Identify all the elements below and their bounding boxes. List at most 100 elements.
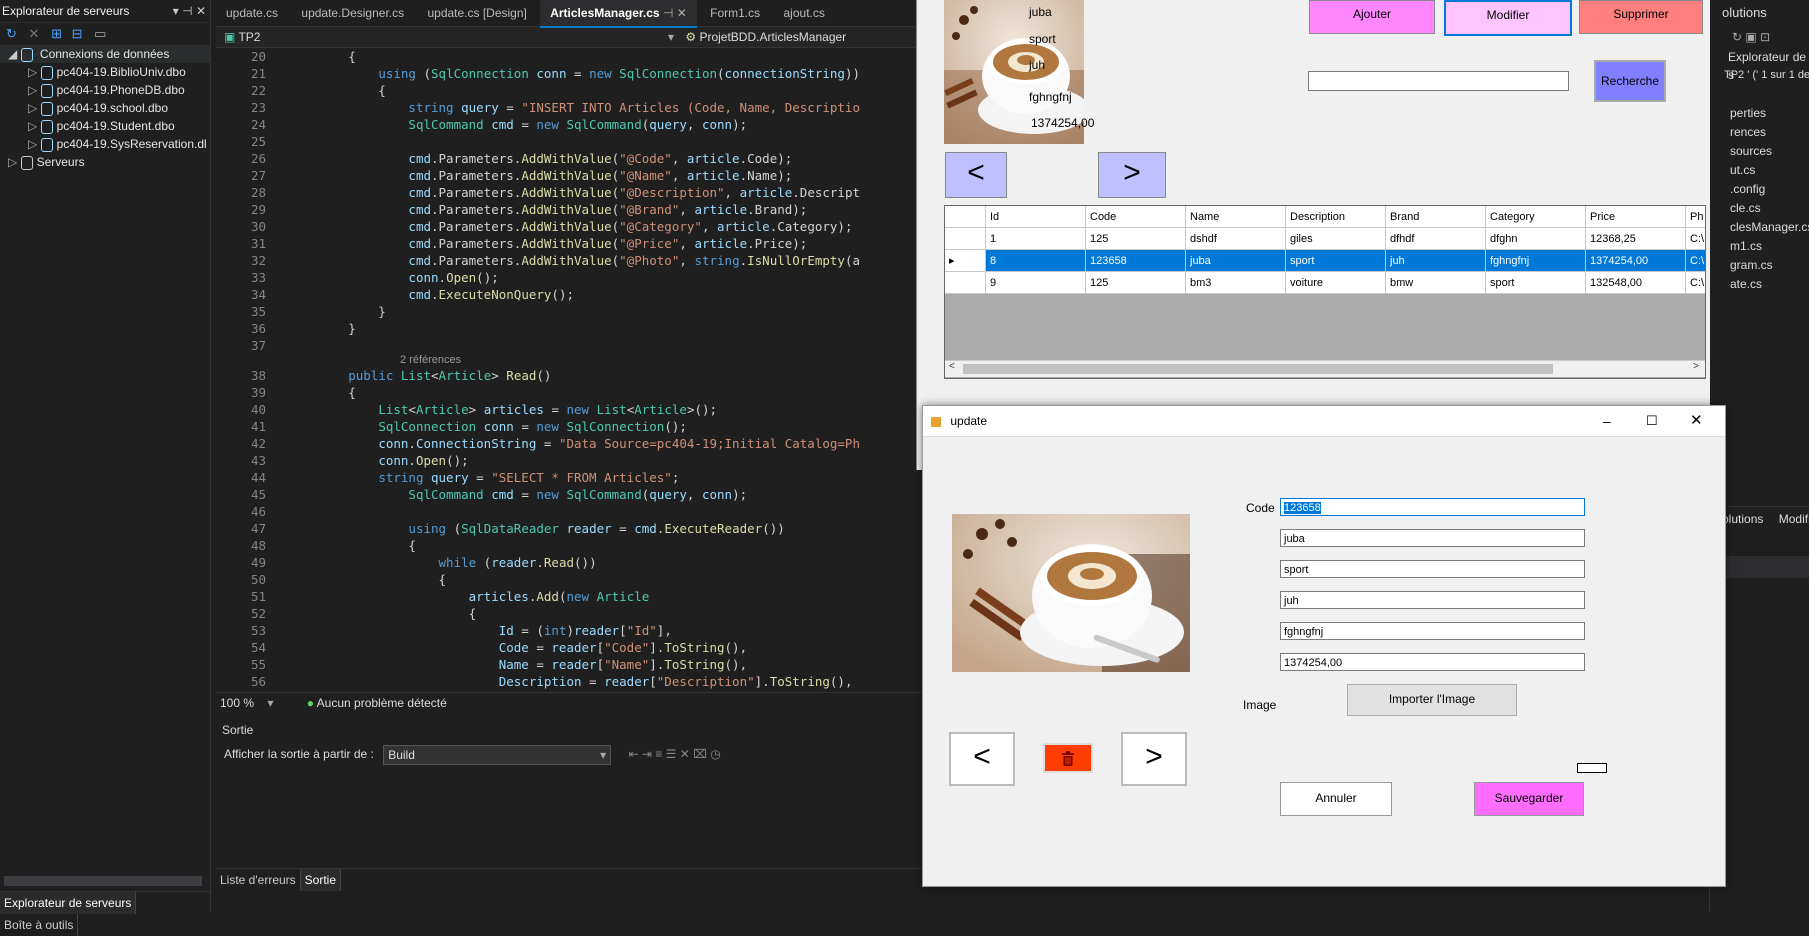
solution-item[interactable]: rences <box>1710 123 1809 142</box>
output-tool-icons[interactable]: ⇤ ⇥ ≡ ☰ ✕ ⌧ ◷ <box>629 747 721 761</box>
cell-category[interactable]: sport <box>1486 272 1586 294</box>
refresh-icon[interactable]: ↻ <box>6 26 17 41</box>
minimize-icon[interactable]: – <box>1603 406 1611 436</box>
grid-header-category[interactable]: Category <box>1486 206 1586 228</box>
row-header[interactable]: ▸ <box>945 250 986 272</box>
cell-photo[interactable]: C:\ <box>1686 228 1705 250</box>
solution-item[interactable]: sources <box>1710 142 1809 161</box>
tree-connection-item[interactable]: ▷ pc404-19.PhoneDB.dbo <box>0 81 210 99</box>
solution-item[interactable]: cle.cs <box>1710 199 1809 218</box>
tree-connection-item[interactable]: ▷ pc404-19.BiblioUniv.dbo <box>0 63 210 81</box>
articles-grid[interactable]: Id Code Name Description Brand Category … <box>944 205 1706 379</box>
pane-controls-icon[interactable]: ▾ ⊣ ✕ <box>173 0 206 22</box>
category-field[interactable]: fghngfnj <box>1280 622 1585 640</box>
cell-id[interactable]: 9 <box>986 272 1086 294</box>
grid-horizontal-scrollbar[interactable]: < > <box>945 360 1705 377</box>
row-header[interactable] <box>945 228 986 250</box>
tab-update-cs[interactable]: update.cs <box>216 0 288 26</box>
solution-item[interactable]: .config <box>1710 180 1809 199</box>
issues-status[interactable]: Aucun problème détecté <box>317 696 447 710</box>
next-button[interactable]: > <box>1121 732 1187 786</box>
name-field[interactable]: juba <box>1280 529 1585 547</box>
solution-item[interactable]: m1.cs <box>1710 237 1809 256</box>
cell-description[interactable]: sport <box>1286 250 1386 272</box>
tree-data-connections[interactable]: ◢ Connexions de données <box>0 45 210 63</box>
close-icon[interactable]: ✕ <box>1690 406 1703 436</box>
tree-connection-item[interactable]: ▷ pc404-19.school.dbo <box>0 99 210 117</box>
price-field[interactable]: 1374254,00 <box>1280 653 1585 671</box>
import-image-button[interactable]: Importer l'Image <box>1347 684 1517 716</box>
cell-brand[interactable]: bmw <box>1386 272 1486 294</box>
code-area[interactable]: 20 { 21 using (SqlConnection conn = new … <box>216 48 916 698</box>
cell-price[interactable]: 132548,00 <box>1586 272 1686 294</box>
tab-articles-manager[interactable]: ArticlesManager.cs ⊣ ✕ <box>540 0 697 28</box>
cell-category[interactable]: dfghn <box>1486 228 1586 250</box>
grid-header-code[interactable]: Code <box>1086 206 1186 228</box>
scroll-left-icon[interactable]: < <box>949 361 955 372</box>
horizontal-scrollbar[interactable] <box>4 876 202 886</box>
solution-toolbar[interactable]: ↻ ▣ ⊡ <box>1710 26 1809 48</box>
connect-server-icon[interactable]: ⊟ <box>72 26 83 41</box>
tab-modifications[interactable]: Modifi <box>1779 512 1809 526</box>
cell-code[interactable]: 123658 <box>1086 250 1186 272</box>
solution-item[interactable]: clesManager.cs <box>1710 218 1809 237</box>
tree-servers[interactable]: ▷ Serveurs <box>0 153 210 171</box>
project-dropdown[interactable]: ▣ TP2 ▾ <box>216 27 674 47</box>
grid-header-name[interactable]: Name <box>1186 206 1286 228</box>
zoom-level[interactable]: 100 % <box>216 696 254 710</box>
sync-icon[interactable]: ↻ ▣ ⊡ <box>1732 30 1770 44</box>
tree-connection-item[interactable]: ▷ pc404-19.SysReservation.dl <box>0 135 210 153</box>
cell-description[interactable]: voiture <box>1286 272 1386 294</box>
modify-button[interactable]: Modifier <box>1444 0 1572 36</box>
solution-item[interactable]: ut.cs <box>1710 161 1809 180</box>
codelens-references[interactable]: 2 références <box>216 354 916 367</box>
stop-icon[interactable]: ✕ <box>29 26 40 41</box>
cell-brand[interactable]: dfhdf <box>1386 228 1486 250</box>
tab-error-list[interactable]: Liste d'erreurs <box>216 869 301 891</box>
connect-database-icon[interactable]: ⊞ <box>51 26 62 41</box>
search-input[interactable] <box>1308 71 1569 91</box>
search-button[interactable]: Recherche <box>1594 60 1666 102</box>
tab-update-design[interactable]: update.cs [Design] <box>417 0 536 26</box>
tab-form1-cs[interactable]: Form1.cs <box>700 0 770 26</box>
cell-code[interactable]: 125 <box>1086 272 1186 294</box>
cell-category[interactable]: fghngfnj <box>1486 250 1586 272</box>
tree-connection-item[interactable]: ▷ pc404-19.Student.dbo <box>0 117 210 135</box>
cell-photo[interactable]: C:\ <box>1686 250 1705 272</box>
scrollbar-thumb[interactable] <box>963 364 1553 374</box>
cell-id[interactable]: 1 <box>986 228 1086 250</box>
grid-header-description[interactable]: Description <box>1286 206 1386 228</box>
tab-output[interactable]: Sortie <box>300 869 342 891</box>
cell-photo[interactable]: C:\ <box>1686 272 1705 294</box>
brand-field[interactable]: juh <box>1280 591 1585 609</box>
code-field[interactable]: 123658 <box>1280 498 1585 516</box>
cell-description[interactable]: giles <box>1286 228 1386 250</box>
tab-server-explorer[interactable]: Explorateur de serveurs <box>0 892 137 914</box>
next-button[interactable]: > <box>1098 152 1166 198</box>
cell-price[interactable]: 12368,25 <box>1586 228 1686 250</box>
cell-name[interactable]: bm3 <box>1186 272 1286 294</box>
previous-button[interactable]: < <box>945 152 1007 198</box>
row-header[interactable] <box>945 272 986 294</box>
solution-item[interactable]: ate.cs <box>1710 275 1809 294</box>
tab-update-designer-cs[interactable]: update.Designer.cs <box>291 0 414 26</box>
save-button[interactable]: Sauvegarder <box>1474 782 1584 816</box>
properties-icon[interactable]: ▭ <box>94 26 106 41</box>
scroll-right-icon[interactable]: > <box>1693 361 1699 372</box>
grid-header-id[interactable]: Id <box>986 206 1086 228</box>
cell-name[interactable]: dshdf <box>1186 228 1286 250</box>
solution-item[interactable]: perties <box>1710 104 1809 123</box>
tab-ajout-cs[interactable]: ajout.cs <box>774 0 835 26</box>
maximize-icon[interactable]: ☐ <box>1646 406 1658 436</box>
cell-brand[interactable]: juh <box>1386 250 1486 272</box>
solution-search[interactable]: Explorateur de s <box>1710 48 1809 82</box>
tab-toolbox[interactable]: Boîte à outils <box>0 914 79 936</box>
cell-price[interactable]: 1374254,00 <box>1586 250 1686 272</box>
cell-id[interactable]: 8 <box>986 250 1086 272</box>
grid-header-photo[interactable]: Ph <box>1686 206 1705 228</box>
solution-item[interactable]: gram.cs <box>1710 256 1809 275</box>
cancel-button[interactable]: Annuler <box>1280 782 1392 816</box>
add-button[interactable]: Ajouter <box>1309 0 1435 34</box>
class-dropdown[interactable]: ⚙ ProjetBDD.ArticlesManager <box>677 30 846 44</box>
cell-name[interactable]: juba <box>1186 250 1286 272</box>
